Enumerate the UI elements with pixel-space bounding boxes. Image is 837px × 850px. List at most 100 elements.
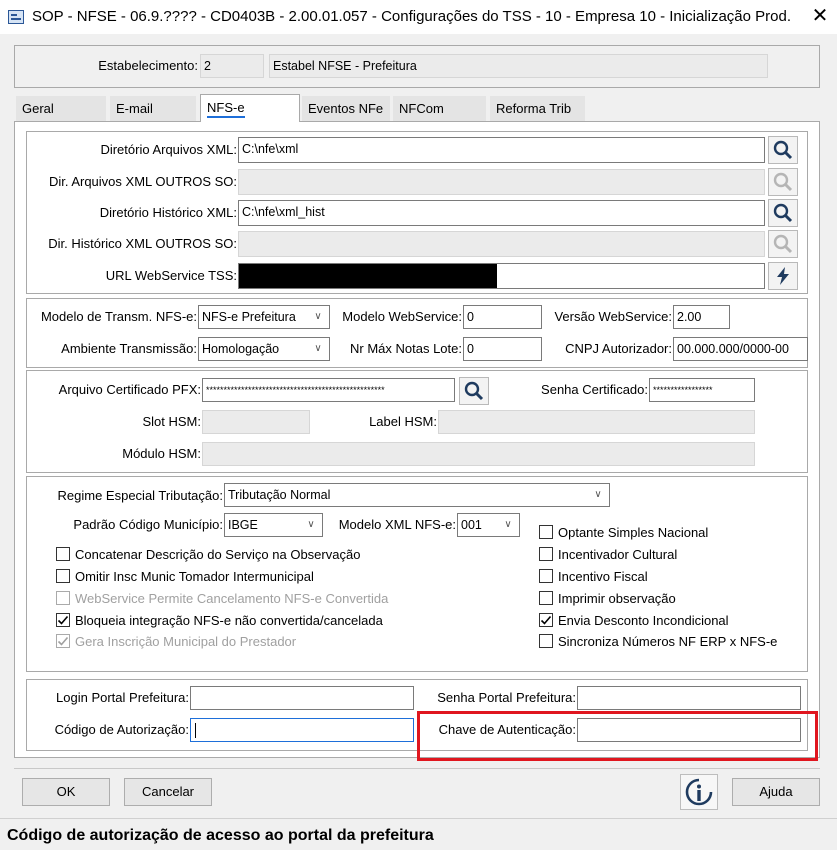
padrao-label: Padrão Código Município: — [73, 517, 223, 532]
padrao-select[interactable]: IBGE ∨ — [224, 513, 323, 537]
info-icon — [685, 778, 713, 806]
checkbox-label: WebService Permite Cancelamento NFS-e Co… — [75, 590, 389, 606]
senha-portal-field[interactable] — [577, 686, 801, 710]
dir-hist-field[interactable]: C:\nfe\xml_hist — [238, 200, 765, 226]
estabelecimento-code-field: 2 — [200, 54, 264, 78]
chevron-down-icon: ∨ — [314, 343, 322, 354]
modelo-transm-label: Modelo de Transm. NFS-e: — [40, 309, 197, 324]
checkbox-box[interactable] — [539, 525, 553, 539]
close-icon[interactable]: ✕ — [808, 4, 832, 28]
checkbox-concatenar[interactable]: Concatenar Descrição do Serviço na Obser… — [56, 544, 360, 564]
search-icon — [773, 203, 793, 223]
checkbox-box[interactable] — [56, 569, 70, 583]
checkbox-envia-desconto[interactable]: Envia Desconto Incondicional — [539, 610, 729, 630]
regime-select[interactable]: Tributação Normal ∨ — [224, 483, 610, 507]
modelo-xml-select[interactable]: 001 ∨ — [457, 513, 520, 537]
info-button[interactable] — [680, 774, 718, 810]
highlight-box — [417, 711, 818, 761]
status-bar: Código de autorização de acesso ao porta… — [0, 818, 837, 850]
checkbox-imprimir-observacao[interactable]: Imprimir observação — [539, 588, 676, 608]
status-text: Código de autorização de acesso ao porta… — [7, 827, 434, 844]
search-icon — [464, 381, 484, 401]
tab-nfcom[interactable]: NFCom — [393, 96, 486, 122]
arquivo-cert-search-button[interactable] — [459, 377, 489, 405]
tab-reforma-trib[interactable]: Reforma Trib — [490, 96, 585, 122]
modelo-transm-value: NFS-e Prefeitura — [202, 310, 296, 324]
checkmark-icon — [57, 615, 69, 625]
search-icon — [773, 172, 793, 192]
codigo-autorizacao-field[interactable] — [190, 718, 414, 742]
url-label: URL WebService TSS: — [105, 268, 237, 283]
chevron-down-icon: ∨ — [594, 489, 602, 500]
checkbox-box[interactable] — [56, 547, 70, 561]
nr-max-label: Nr Máx Notas Lote: — [350, 341, 462, 356]
checkbox-label: Concatenar Descrição do Serviço na Obser… — [75, 546, 361, 562]
checkbox-box — [56, 591, 70, 605]
checkbox-box[interactable] — [539, 547, 553, 561]
versao-ws-label: Versão WebService: — [554, 309, 672, 324]
checkbox-label: Bloqueia integração NFS-e não convertida… — [75, 612, 383, 628]
estabelecimento-label: Estabelecimento: — [98, 58, 198, 73]
url-field[interactable] — [238, 263, 765, 289]
checkbox-gera-inscricao: Gera Inscrição Municipal do Prestador — [56, 631, 296, 651]
checkbox-box[interactable] — [539, 613, 553, 627]
regime-value: Tributação Normal — [228, 488, 331, 502]
login-portal-field[interactable] — [190, 686, 414, 710]
checkbox-incentivo-fiscal[interactable]: Incentivo Fiscal — [539, 566, 648, 586]
checkbox-box[interactable] — [539, 634, 553, 648]
ok-button[interactable]: OK — [22, 778, 110, 806]
padrao-value: IBGE — [228, 518, 258, 532]
tab-email[interactable]: E-mail — [110, 96, 196, 122]
chevron-down-icon: ∨ — [314, 311, 322, 322]
ambiente-select[interactable]: Homologação ∨ — [198, 337, 330, 361]
tab-geral[interactable]: Geral — [16, 96, 106, 122]
slot-hsm-label: Slot HSM: — [142, 414, 201, 429]
login-portal-label: Login Portal Prefeitura: — [56, 690, 189, 705]
tab-eventos-nfe[interactable]: Eventos NFe — [302, 96, 390, 122]
tab-nfse[interactable]: NFS-e — [200, 94, 300, 122]
title-bar: SOP - NFSE - 06.9.???? - CD0403B - 2.00.… — [0, 0, 837, 34]
checkbox-label: Optante Simples Nacional — [558, 524, 709, 540]
dir-xml-search-button[interactable] — [768, 136, 798, 164]
checkmark-icon — [57, 636, 69, 646]
url-test-button[interactable] — [768, 262, 798, 290]
ambiente-label: Ambiente Transmissão: — [61, 341, 197, 356]
checkbox-sincroniza-numeros[interactable]: Sincroniza Números NF ERP x NFS-e — [539, 631, 777, 651]
tab-nfse-label: NFS-e — [207, 100, 245, 118]
modelo-xml-label: Modelo XML NFS-e: — [338, 517, 456, 532]
checkbox-box[interactable] — [56, 613, 70, 627]
modelo-transm-select[interactable]: NFS-e Prefeitura ∨ — [198, 305, 330, 329]
nr-max-field[interactable]: 0 — [463, 337, 542, 361]
checkbox-omitir-insc[interactable]: Omitir Insc Munic Tomador Intermunicipal — [56, 566, 314, 586]
senha-cert-label: Senha Certificado: — [541, 382, 648, 397]
chevron-down-icon: ∨ — [504, 519, 512, 530]
ambiente-value: Homologação — [202, 342, 280, 356]
ajuda-button[interactable]: Ajuda — [732, 778, 820, 806]
checkbox-incentivador-cultural[interactable]: Incentivador Cultural — [539, 544, 677, 564]
text-cursor — [195, 723, 196, 738]
dir-hist-outros-field — [238, 231, 765, 257]
app-icon — [8, 10, 24, 24]
checkbox-box[interactable] — [539, 591, 553, 605]
dir-hist-search-button[interactable] — [768, 199, 798, 227]
cancelar-button[interactable]: Cancelar — [124, 778, 212, 806]
arquivo-cert-label: Arquivo Certificado PFX: — [58, 382, 201, 397]
checkbox-optante-simples[interactable]: Optante Simples Nacional — [539, 522, 708, 542]
checkbox-ws-cancelamento: WebService Permite Cancelamento NFS-e Co… — [56, 588, 388, 608]
checkbox-box[interactable] — [539, 569, 553, 583]
cnpj-field[interactable]: 00.000.000/0000-00 — [673, 337, 808, 361]
checkbox-bloqueia-integracao[interactable]: Bloqueia integração NFS-e não convertida… — [56, 610, 383, 630]
dir-hist-outros-label: Dir. Histórico XML OUTROS SO: — [48, 236, 237, 251]
dir-xml-label: Diretório Arquivos XML: — [100, 142, 237, 157]
checkbox-box — [56, 634, 70, 648]
dir-outros-search-button — [768, 168, 798, 196]
modelo-ws-field[interactable]: 0 — [463, 305, 542, 329]
checkbox-label: Envia Desconto Incondicional — [558, 612, 729, 628]
arquivo-cert-field[interactable]: ****************************************… — [202, 378, 455, 402]
dir-xml-field[interactable]: C:\nfe\xml — [238, 137, 765, 163]
search-icon — [773, 234, 793, 254]
senha-cert-field[interactable]: ***************** — [649, 378, 755, 402]
senha-portal-label: Senha Portal Prefeitura: — [437, 690, 576, 705]
lightning-icon — [777, 267, 789, 285]
versao-ws-field[interactable]: 2.00 — [673, 305, 730, 329]
